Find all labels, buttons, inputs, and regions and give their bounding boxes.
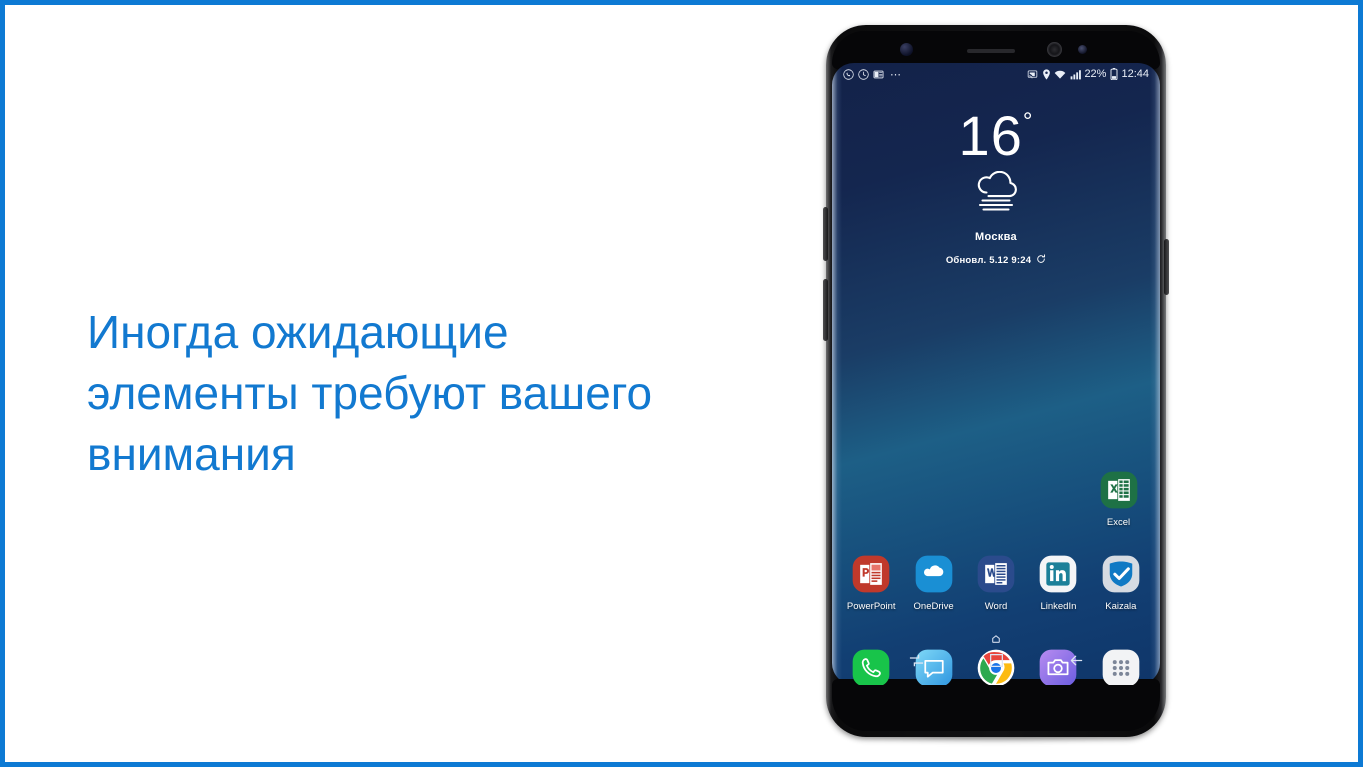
home-icon[interactable] — [983, 647, 1009, 673]
word-icon — [975, 553, 1017, 595]
temperature-value: 16 — [958, 104, 1023, 167]
app-label: Excel — [1106, 517, 1131, 528]
bixby-button[interactable] — [823, 279, 828, 341]
back-arrow-icon[interactable] — [1063, 647, 1089, 673]
outlook-icon — [873, 69, 884, 80]
app-icon-excel[interactable]: Excel — [1089, 469, 1148, 528]
app-icon-word[interactable]: Word — [965, 553, 1027, 612]
battery-percent-label: 22% — [1084, 68, 1107, 80]
whatsapp-icon — [843, 68, 854, 80]
recents-icon[interactable] — [903, 647, 929, 673]
weather-updated-label: Обновл. 5.12 9:24 — [945, 255, 1032, 266]
cast-icon — [1027, 69, 1038, 80]
phone-mockup: ⋯ 22% 12:44 16° Москва Обновл. 5.12 9:24… — [812, 17, 1180, 747]
app-icon-onedrive[interactable]: OneDrive — [902, 553, 964, 612]
onedrive-icon — [913, 553, 955, 595]
app-label: OneDrive — [913, 601, 954, 612]
status-bar-notifications: ⋯ — [843, 68, 903, 81]
weather-updated-row: Обновл. 5.12 9:24 — [832, 254, 1160, 267]
status-bar: ⋯ 22% 12:44 — [832, 63, 1160, 85]
app-label: Word — [984, 601, 1008, 612]
home-screen-row-office: PowerPoint OneDrive Word LinkedIn Kaizal… — [832, 553, 1160, 612]
powerpoint-icon — [850, 553, 892, 595]
page-title: Иногда ожидающие элементы требуют вашего… — [87, 306, 653, 480]
alarm-icon — [858, 68, 869, 80]
status-bar-system: 22% 12:44 — [1027, 68, 1149, 80]
light-sensor-icon — [1078, 45, 1087, 54]
signal-bars-icon — [1070, 69, 1081, 80]
linkedin-icon — [1037, 553, 1079, 595]
volume-button[interactable] — [823, 207, 828, 261]
slide-canvas: Иногда ожидающие элементы требуют вашего… — [0, 0, 1363, 767]
weather-widget[interactable]: 16° Москва Обновл. 5.12 9:24 — [832, 107, 1160, 267]
location-pin-icon — [1042, 68, 1051, 80]
android-navigation-bar — [832, 643, 1160, 677]
app-icon-kaizala[interactable]: Kaizala — [1090, 553, 1152, 612]
battery-icon — [1110, 68, 1118, 80]
home-screen-row-excel: Excel — [832, 469, 1160, 528]
phone-screen: ⋯ 22% 12:44 16° Москва Обновл. 5.12 9:24… — [832, 63, 1160, 685]
wifi-icon — [1054, 69, 1066, 80]
clock-label: 12:44 — [1121, 68, 1149, 80]
cloud-fog-icon — [832, 170, 1160, 218]
weather-city-label: Москва — [975, 231, 1017, 243]
status-overflow-icon: ⋯ — [890, 68, 903, 81]
degree-symbol: ° — [1022, 108, 1034, 135]
kaizala-icon — [1100, 553, 1142, 595]
excel-icon — [1098, 469, 1140, 511]
earpiece-speaker — [967, 49, 1015, 53]
app-icon-linkedin[interactable]: LinkedIn — [1027, 553, 1089, 612]
app-label: PowerPoint — [846, 601, 896, 612]
iris-scanner-icon — [900, 43, 913, 56]
front-camera-icon — [1047, 42, 1062, 57]
app-label: Kaizala — [1105, 601, 1137, 612]
refresh-icon[interactable] — [1036, 254, 1046, 267]
app-label: LinkedIn — [1040, 601, 1077, 612]
power-button[interactable] — [1164, 239, 1169, 295]
app-icon-powerpoint[interactable]: PowerPoint — [840, 553, 902, 612]
weather-temperature: 16° — [832, 107, 1160, 165]
phone-bottom-bezel — [832, 679, 1160, 731]
